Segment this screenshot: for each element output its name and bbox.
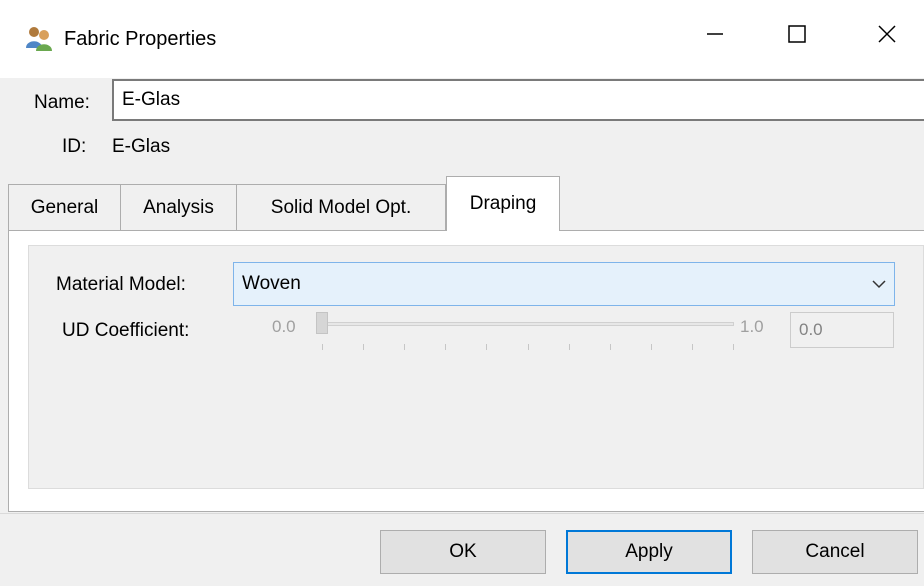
material-model-value: Woven bbox=[242, 273, 301, 294]
ok-button-label: OK bbox=[449, 541, 477, 562]
window-title: Fabric Properties bbox=[64, 28, 217, 50]
slider-tick bbox=[363, 344, 364, 350]
slider-tick bbox=[569, 344, 570, 350]
tab-label: General bbox=[30, 196, 99, 218]
minimize-button[interactable] bbox=[680, 12, 750, 62]
slider-tick bbox=[610, 344, 611, 350]
ud-coefficient-label: UD Coefficient: bbox=[62, 320, 190, 341]
slider-tick bbox=[692, 344, 693, 350]
tab-draping[interactable]: Draping bbox=[446, 176, 560, 231]
id-label: ID: bbox=[62, 136, 87, 157]
name-label: Name: bbox=[34, 92, 90, 113]
cancel-button-label: Cancel bbox=[805, 541, 865, 562]
ud-coefficient-field[interactable] bbox=[790, 312, 894, 348]
name-field[interactable] bbox=[112, 79, 924, 121]
maximize-button[interactable] bbox=[762, 12, 832, 62]
apply-button-label: Apply bbox=[625, 541, 673, 562]
close-button[interactable] bbox=[852, 12, 922, 62]
ud-coefficient-slider-thumb[interactable] bbox=[316, 312, 328, 334]
slider-tick bbox=[486, 344, 487, 350]
slider-max-label: 1.0 bbox=[740, 317, 764, 336]
slider-ticks bbox=[322, 344, 734, 350]
slider-min-label: 0.0 bbox=[272, 317, 296, 336]
cancel-button[interactable]: Cancel bbox=[752, 530, 918, 574]
material-model-select[interactable]: Woven bbox=[233, 262, 895, 306]
maximize-icon bbox=[787, 24, 807, 50]
minimize-icon bbox=[705, 24, 725, 50]
slider-tick bbox=[733, 344, 734, 350]
slider-tick bbox=[528, 344, 529, 350]
tab-analysis[interactable]: Analysis bbox=[120, 184, 237, 230]
tab-label: Solid Model Opt. bbox=[270, 196, 412, 218]
slider-tick bbox=[445, 344, 446, 350]
slider-tick bbox=[404, 344, 405, 350]
close-icon bbox=[877, 24, 897, 50]
id-value: E-Glas bbox=[112, 136, 171, 157]
title-bar: Fabric Properties bbox=[0, 0, 924, 78]
tab-general[interactable]: General bbox=[8, 184, 121, 230]
tab-label: Analysis bbox=[143, 196, 214, 218]
slider-tick bbox=[322, 344, 323, 350]
tab-solid-model-opt[interactable]: Solid Model Opt. bbox=[236, 184, 446, 230]
ud-coefficient-slider-track[interactable] bbox=[322, 322, 734, 326]
ok-button[interactable]: OK bbox=[380, 530, 546, 574]
apply-button[interactable]: Apply bbox=[566, 530, 732, 574]
material-model-label: Material Model: bbox=[56, 274, 186, 295]
tab-label: Draping bbox=[469, 193, 537, 214]
divider bbox=[0, 513, 924, 514]
slider-tick bbox=[651, 344, 652, 350]
fabric-properties-icon bbox=[24, 24, 54, 54]
chevron-down-icon bbox=[864, 262, 894, 306]
